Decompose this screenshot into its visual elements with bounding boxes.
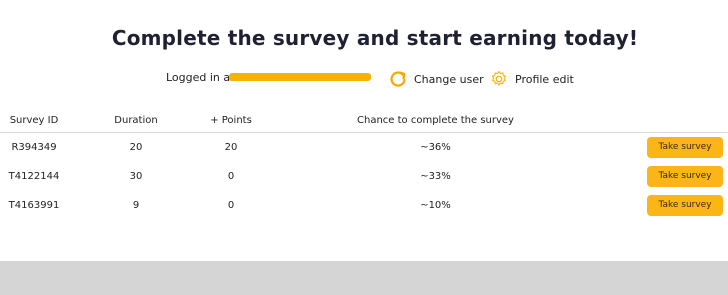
profile-edit-label: Profile edit bbox=[515, 72, 574, 86]
points-cell: 20 bbox=[224, 142, 238, 153]
survey-id-cell: R394349 bbox=[11, 142, 57, 153]
change-user-label: Change user bbox=[414, 72, 484, 86]
take-survey-button[interactable]: Take survey bbox=[647, 137, 723, 158]
duration-cell: 30 bbox=[129, 171, 143, 182]
action-cell: Take survey bbox=[613, 191, 728, 220]
header-points: + Points bbox=[204, 108, 258, 133]
footer-band bbox=[0, 261, 728, 295]
table-header-row: Survey ID Duration + Points Chance to co… bbox=[0, 108, 728, 133]
take-survey-button[interactable]: Take survey bbox=[647, 166, 723, 187]
header-survey-id: Survey ID bbox=[0, 108, 68, 133]
gear-icon bbox=[489, 69, 509, 89]
table-row: T4122144 30 0 ~33% Take survey bbox=[0, 162, 728, 191]
page-title: Complete the survey and start earning to… bbox=[111, 26, 639, 50]
survey-id-cell: T4163991 bbox=[8, 200, 60, 211]
user-bar: Logged in as: Change user Profile edit bbox=[0, 68, 728, 90]
redacted-user-email bbox=[229, 73, 371, 81]
table-row: T4163991 9 0 ~10% Take survey bbox=[0, 191, 728, 220]
duration-cell: 9 bbox=[132, 200, 140, 211]
table-row: R394349 20 20 ~36% Take survey bbox=[0, 133, 728, 163]
refresh-icon bbox=[388, 69, 408, 89]
duration-cell: 20 bbox=[129, 142, 143, 153]
chance-cell: ~33% bbox=[420, 171, 451, 182]
take-survey-button[interactable]: Take survey bbox=[647, 195, 723, 216]
survey-table: Survey ID Duration + Points Chance to co… bbox=[0, 108, 728, 220]
profile-edit-button[interactable]: Profile edit bbox=[489, 68, 574, 90]
action-cell: Take survey bbox=[613, 133, 728, 163]
header-action bbox=[613, 108, 728, 133]
points-cell: 0 bbox=[227, 171, 235, 182]
chance-cell: ~36% bbox=[420, 142, 451, 153]
change-user-button[interactable]: Change user bbox=[388, 68, 484, 90]
survey-id-cell: T4122144 bbox=[8, 171, 60, 182]
header-chance: Chance to complete the survey bbox=[258, 108, 613, 133]
points-cell: 0 bbox=[227, 200, 235, 211]
chance-cell: ~10% bbox=[420, 200, 451, 211]
action-cell: Take survey bbox=[613, 162, 728, 191]
header-duration: Duration bbox=[68, 108, 204, 133]
